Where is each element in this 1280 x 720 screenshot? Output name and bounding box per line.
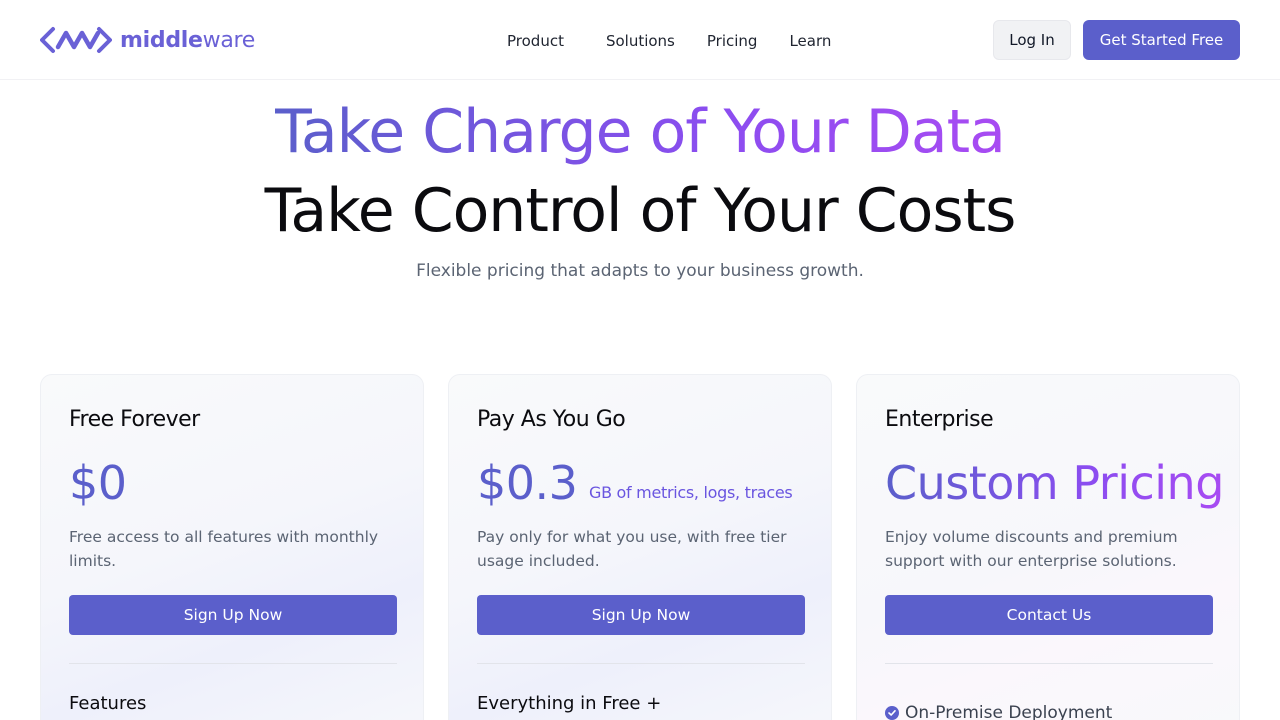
plan-name: Pay As You Go bbox=[477, 407, 626, 432]
sign-up-button[interactable]: Sign Up Now bbox=[69, 595, 397, 635]
sign-up-button[interactable]: Sign Up Now bbox=[477, 595, 805, 635]
contact-us-button[interactable]: Contact Us bbox=[885, 595, 1213, 635]
divider bbox=[69, 663, 397, 664]
features-heading: Features bbox=[69, 693, 147, 714]
brand-name: middleware bbox=[120, 28, 255, 53]
feature-item: On-Premise Deployment bbox=[885, 703, 1112, 720]
plan-price: Custom Pricing bbox=[885, 456, 1224, 510]
plan-description: Enjoy volume discounts and premium suppo… bbox=[885, 528, 1178, 570]
nav-pricing[interactable]: Pricing bbox=[707, 31, 758, 51]
plan-description: Free access to all features with monthly… bbox=[69, 528, 379, 570]
hero-subtitle: Take Control of Your Costs bbox=[264, 176, 1017, 246]
plan-card-enterprise: Enterprise Custom Pricing Enjoy volume d… bbox=[856, 374, 1240, 720]
features-heading: Everything in Free + bbox=[477, 693, 662, 714]
login-button[interactable]: Log In bbox=[993, 20, 1071, 60]
main-nav: Product Solutions Pricing Learn bbox=[507, 31, 863, 51]
middleware-logo-icon bbox=[40, 27, 112, 53]
plan-name: Free Forever bbox=[69, 407, 200, 432]
get-started-button[interactable]: Get Started Free bbox=[1083, 20, 1240, 60]
nav-product[interactable]: Product bbox=[507, 31, 564, 51]
brand-logo[interactable]: middleware bbox=[40, 24, 255, 56]
plan-card-pay-as-you-go: Pay As You Go $0.3 GB of metrics, logs, … bbox=[448, 374, 832, 720]
divider bbox=[885, 663, 1213, 664]
plan-name: Enterprise bbox=[885, 407, 994, 432]
plan-price: $0 bbox=[69, 456, 127, 510]
hero-description: Flexible pricing that adapts to your bus… bbox=[416, 261, 864, 281]
nav-solutions[interactable]: Solutions bbox=[606, 31, 675, 51]
plan-description: Pay only for what you use, with free tie… bbox=[477, 528, 787, 570]
check-circle-icon bbox=[885, 706, 899, 720]
nav-learn[interactable]: Learn bbox=[789, 31, 831, 51]
plan-card-free: Free Forever $0 Free access to all featu… bbox=[40, 374, 424, 720]
feature-label: On-Premise Deployment bbox=[905, 703, 1113, 720]
hero-title: Take Charge of Your Data bbox=[0, 96, 1280, 168]
price-unit: GB of metrics, logs, traces bbox=[589, 483, 793, 502]
hero-title-text: Take Charge of Your Data bbox=[275, 97, 1006, 167]
divider bbox=[477, 663, 805, 664]
plan-price: $0.3 bbox=[477, 456, 578, 510]
top-navbar: middleware Product Solutions Pricing Lea… bbox=[0, 0, 1280, 80]
brand-name-bold: middle bbox=[120, 27, 203, 53]
brand-name-rest: ware bbox=[202, 27, 256, 53]
